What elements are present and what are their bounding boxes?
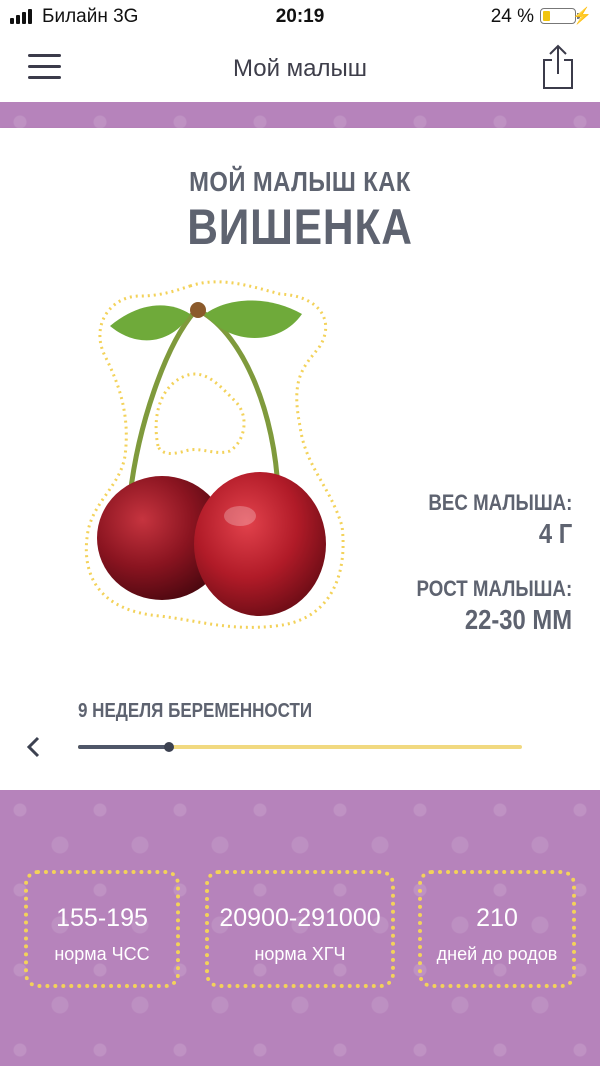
- battery-level: [543, 11, 550, 21]
- baby-size-card: МОЙ МАЛЫШ КАК ВИШЕНКА ВЕС МАЛЫША: 4 Г РО…: [0, 128, 600, 790]
- days-left-label: дней до родов: [436, 944, 558, 964]
- decorative-pattern-strip: [0, 102, 600, 128]
- cherry-illustration: [84, 280, 345, 629]
- heart-rate-value: 155-195: [56, 904, 148, 932]
- progress-handle[interactable]: [164, 742, 175, 752]
- progress-fill: [78, 745, 170, 749]
- week-progress-slider[interactable]: [78, 742, 522, 752]
- heart-rate-box: 155-195 норма ЧСС: [24, 870, 180, 988]
- charging-icon: ⚡: [572, 8, 592, 25]
- card-subtitle: МОЙ МАЛЫШ КАК: [189, 166, 411, 197]
- previous-week-button[interactable]: [22, 732, 44, 762]
- page-title: Мой малыш: [232, 55, 368, 82]
- weight-label: ВЕС МАЛЫША:: [428, 490, 572, 515]
- battery-percent: 24 %: [490, 6, 534, 27]
- status-bar: Билайн 3G 20:19 24 % ⚡: [0, 0, 600, 34]
- pregnancy-week-label: 9 НЕДЕЛЯ БЕРЕМЕННОСТИ: [78, 700, 313, 722]
- height-label: РОСТ МАЛЫША:: [416, 576, 572, 601]
- hcg-value: 20900-291000: [219, 904, 381, 932]
- hcg-box: 20900-291000 норма ХГЧ: [205, 870, 395, 988]
- share-icon: [543, 44, 573, 89]
- navigation-bar: Мой малыш: [0, 34, 600, 102]
- height-value: 22-30 ММ: [464, 604, 572, 635]
- weight-value: 4 Г: [538, 518, 572, 549]
- days-left-box: 210 дней до родов: [418, 870, 576, 988]
- days-left-value: 210: [476, 904, 518, 932]
- heart-rate-label: норма ЧСС: [54, 944, 150, 964]
- hcg-label: норма ХГЧ: [254, 944, 346, 964]
- chevron-left-icon: [26, 736, 40, 758]
- share-button[interactable]: [540, 44, 576, 90]
- fruit-name: ВИШЕНКА: [187, 199, 413, 255]
- battery-icon: [540, 8, 580, 24]
- info-panel: 155-195 норма ЧСС 20900-291000 норма ХГЧ…: [0, 790, 600, 1066]
